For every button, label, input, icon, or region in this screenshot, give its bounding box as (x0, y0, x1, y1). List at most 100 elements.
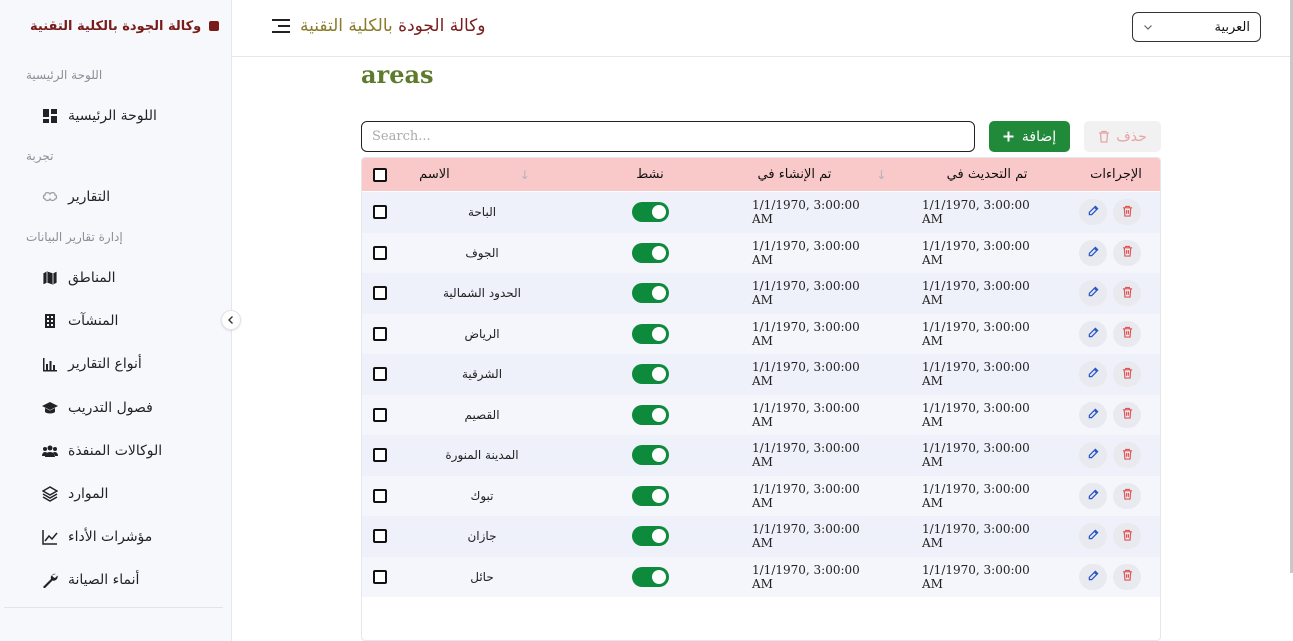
sidebar-item-report-types[interactable]: أنواع التقارير (42, 352, 142, 376)
active-toggle[interactable] (631, 242, 669, 263)
active-toggle[interactable] (631, 364, 669, 385)
row-checkbox[interactable] (373, 529, 387, 544)
edit-button[interactable] (1079, 563, 1107, 590)
sidebar-item-maintenance[interactable]: أنماء الصيانة (42, 568, 139, 592)
row-active-cell (602, 233, 698, 274)
trash-icon (1122, 326, 1133, 341)
search-input[interactable] (361, 121, 975, 152)
row-active-cell (602, 435, 698, 476)
table-row: القصيم 1/1/1970, 3:00:00 AM 1/1/1970, 3:00… (362, 394, 1160, 435)
sidebar-item-label: فصول التدريب (68, 400, 153, 416)
sort-arrow-icon[interactable]: ↓ (520, 168, 530, 182)
column-header-updated[interactable]: تم التحديث في (907, 158, 1067, 191)
row-select-cell (370, 476, 390, 517)
row-checkbox[interactable] (373, 448, 387, 463)
chevron-left-icon (228, 316, 233, 324)
row-checkbox[interactable] (373, 326, 387, 341)
sidebar-item-resources[interactable]: الموارد (42, 482, 108, 506)
sort-arrow-icon[interactable]: ↓ (876, 168, 886, 182)
table-row: الرياض 1/1/1970, 3:00:00 AM 1/1/1970, 3:00… (362, 313, 1160, 354)
row-created: 1/1/1970, 3:00:00 AM (752, 481, 860, 510)
sidebar-item-areas[interactable]: المناطق (42, 266, 116, 290)
delete-button[interactable] (1113, 280, 1141, 307)
row-checkbox[interactable] (373, 407, 387, 422)
table-row: الجوف 1/1/1970, 3:00:00 AM 1/1/1970, 3:00:… (362, 232, 1160, 274)
edit-button[interactable] (1079, 320, 1107, 347)
delete-button[interactable] (1113, 320, 1141, 347)
edit-button[interactable] (1079, 482, 1107, 509)
sidebar-item-executing-agencies[interactable]: الوكالات المنفذة (42, 439, 162, 463)
edit-button[interactable] (1079, 280, 1107, 307)
add-button[interactable]: إضافة (989, 121, 1070, 152)
sidebar-collapse-button[interactable] (221, 310, 241, 330)
row-checkbox[interactable] (373, 569, 387, 584)
active-toggle[interactable] (631, 445, 669, 466)
row-checkbox[interactable] (373, 245, 387, 260)
active-toggle[interactable] (631, 526, 669, 547)
row-updated: 1/1/1970, 3:00:00 AM (922, 400, 1030, 429)
column-header-name[interactable]: الاسم ↓ (402, 158, 547, 191)
sidebar-item-dashboard[interactable]: اللوحة الرئيسية (42, 104, 157, 128)
active-toggle[interactable] (631, 202, 669, 223)
edit-button[interactable] (1079, 442, 1107, 469)
active-toggle[interactable] (631, 404, 669, 425)
delete-button[interactable] (1113, 199, 1141, 226)
sidebar-item-label: المنشآت (68, 313, 119, 329)
row-updated: 1/1/1970, 3:00:00 AM (922, 522, 1030, 551)
language-select[interactable]: العربية (1132, 12, 1261, 42)
sidebar-section-dashboard: اللوحة الرئيسية (26, 68, 103, 82)
sidebar-item-reports[interactable]: التقارير (42, 185, 110, 209)
edit-button[interactable] (1079, 361, 1107, 388)
delete-button[interactable] (1113, 523, 1141, 550)
delete-button[interactable] (1113, 361, 1141, 388)
row-checkbox[interactable] (373, 488, 387, 503)
edit-button[interactable] (1079, 239, 1107, 266)
row-actions (1078, 192, 1142, 233)
row-active-cell (602, 273, 698, 314)
row-name: الجوف (465, 245, 499, 260)
table-row: المدينة المنورة 1/1/1970, 3:00:00 AM 1/1/1… (362, 435, 1160, 476)
edit-button[interactable] (1079, 523, 1107, 550)
table-row: جازان 1/1/1970, 3:00:00 AM 1/1/1970, 3:00:… (362, 516, 1160, 557)
delete-button[interactable] (1113, 239, 1141, 266)
sidebar-section-data-reports: إدارة تقارير البيانات (26, 230, 123, 244)
row-name: الحدود الشمالية (443, 286, 521, 301)
active-toggle[interactable] (631, 323, 669, 344)
brain-icon (42, 191, 58, 202)
row-active-cell (602, 476, 698, 517)
language-select-value: العربية (1214, 19, 1250, 35)
page-title: areas (361, 60, 434, 89)
sidebar-item-facilities[interactable]: المنشآت (42, 309, 118, 333)
row-checkbox[interactable] (373, 286, 387, 301)
pencil-icon (1088, 529, 1099, 543)
row-checkbox[interactable] (373, 205, 387, 220)
select-all-checkbox[interactable] (373, 167, 387, 182)
edit-button[interactable] (1079, 401, 1107, 428)
building-icon (45, 314, 55, 328)
table-row: تبوك 1/1/1970, 3:00:00 AM 1/1/1970, 3:00:0… (362, 475, 1160, 517)
menu-toggle-icon[interactable] (272, 19, 290, 35)
delete-button[interactable] (1113, 563, 1141, 590)
row-active-cell (602, 557, 698, 598)
sidebar-item-kpis[interactable]: مؤشرات الأداء (42, 525, 152, 549)
row-created: 1/1/1970, 3:00:00 AM (752, 360, 860, 389)
row-checkbox[interactable] (373, 367, 387, 382)
active-toggle[interactable] (631, 566, 669, 587)
active-toggle[interactable] (631, 485, 669, 506)
sidebar-item-label: أنماء الصيانة (68, 572, 140, 588)
delete-button[interactable] (1113, 401, 1141, 428)
pencil-icon (1088, 205, 1099, 219)
pencil-icon (1088, 246, 1099, 260)
delete-button[interactable] (1113, 482, 1141, 509)
active-toggle[interactable] (631, 283, 669, 304)
header-title: وكالة الجودة بالكلية التقنية (300, 16, 486, 36)
column-header-created[interactable]: تم الإنشاء في ↓ (752, 158, 892, 191)
line-chart-icon (42, 530, 58, 545)
brand[interactable]: وكالة الجودة بالكلية التقنية (30, 16, 220, 36)
delete-button[interactable] (1113, 442, 1141, 469)
sidebar-item-training-semesters[interactable]: فصول التدريب (42, 396, 153, 420)
bulk-delete-button[interactable]: حذف (1084, 121, 1161, 152)
pencil-icon (1088, 286, 1099, 300)
row-created: 1/1/1970, 3:00:00 AM (752, 522, 860, 551)
edit-button[interactable] (1079, 199, 1107, 226)
